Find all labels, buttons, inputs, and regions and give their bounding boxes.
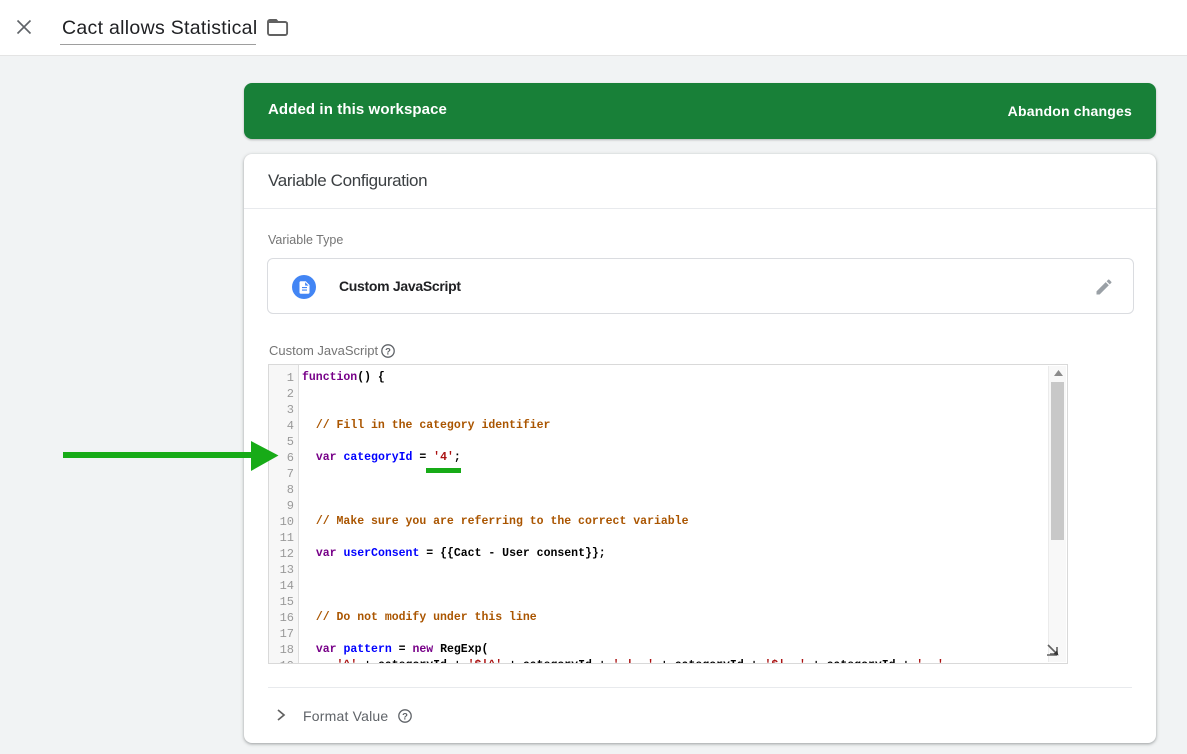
svg-text:?: ? <box>402 711 408 722</box>
svg-text:?: ? <box>385 346 391 357</box>
